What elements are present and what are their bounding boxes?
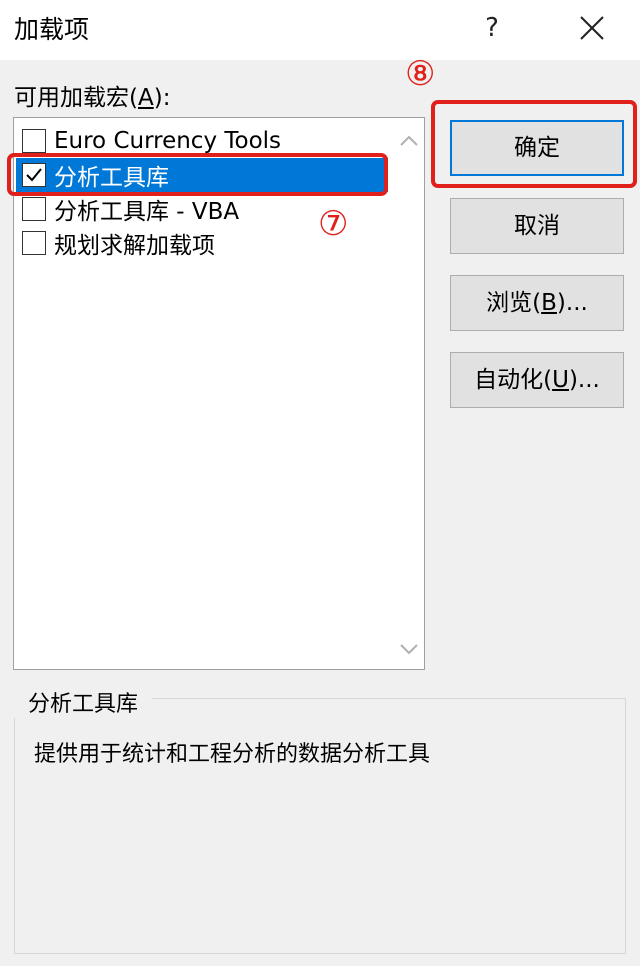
close-button[interactable] [570,8,614,48]
addins-listbox[interactable]: Euro Currency Tools 分析工具库 分析工具库 - VBA 规划… [13,117,425,670]
chevron-down-icon [400,644,418,655]
step-7-marker: ⑦ [318,204,349,244]
scroll-up-button[interactable] [396,130,422,152]
browse-suffix: )... [556,290,588,316]
scroll-down-button[interactable] [396,638,422,660]
available-addins-label: 可用加载宏(A): [14,78,170,112]
description-title: 分析工具库 [14,686,153,718]
checkbox[interactable] [22,231,46,255]
automation-button[interactable]: 自动化(U)... [450,352,624,408]
label-accel: A [137,85,154,111]
browse-prefix: 浏览( [486,290,542,316]
browse-button[interactable]: 浏览(B)... [450,275,624,331]
cancel-button[interactable]: 取消 [450,198,624,254]
automation-accel: U [552,367,569,393]
step-8-marker: ⑧ [405,54,436,94]
chevron-up-icon [400,135,418,146]
checkbox[interactable] [22,197,46,221]
browse-accel: B [541,290,557,316]
list-item-label: Euro Currency Tools [54,128,282,154]
list-item-label: 分析工具库 - VBA [54,199,240,225]
highlight-selected-item [7,153,388,196]
highlight-ok-button [431,100,637,188]
checkbox[interactable] [22,129,46,153]
description-text: 提供用于统计和工程分析的数据分析工具 [34,742,431,767]
help-button[interactable]: ? [470,8,514,48]
close-icon [580,16,604,40]
list-item-label: 规划求解加载项 [54,233,215,259]
automation-suffix: )... [568,367,600,393]
window-title: 加载项 [14,15,90,44]
automation-prefix: 自动化( [474,367,553,393]
label-suffix: ): [153,85,171,111]
title-bar: 加载项 ? [0,0,640,60]
label-prefix: 可用加载宏( [14,85,138,111]
